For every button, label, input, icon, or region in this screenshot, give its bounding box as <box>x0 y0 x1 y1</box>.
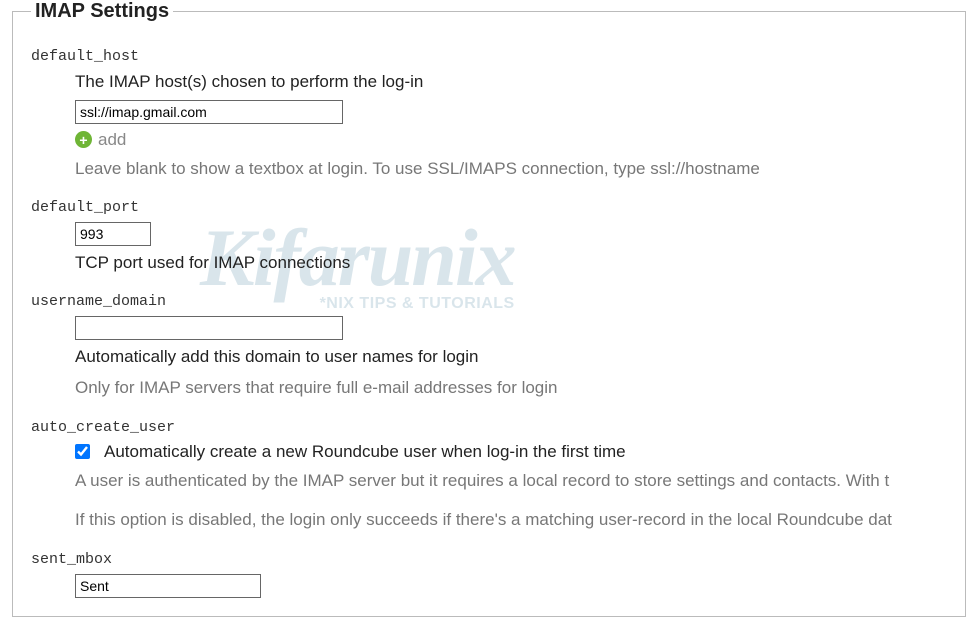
default-host-description: The IMAP host(s) chosen to perform the l… <box>75 71 947 94</box>
sent-mbox-input[interactable] <box>75 574 261 598</box>
setting-key-auto-create-user: auto_create_user <box>31 419 947 436</box>
default-host-input[interactable] <box>75 100 343 124</box>
plus-circle-icon: + <box>75 131 92 148</box>
add-host-button[interactable]: + add <box>75 130 947 150</box>
auto-create-user-hint1: A user is authenticated by the IMAP serv… <box>75 468 947 494</box>
setting-default-host: default_host The IMAP host(s) chosen to … <box>31 48 947 181</box>
setting-username-domain: username_domain Automatically add this d… <box>31 293 947 400</box>
default-port-input[interactable] <box>75 222 151 246</box>
username-domain-description: Automatically add this domain to user na… <box>75 346 947 369</box>
setting-key-username-domain: username_domain <box>31 293 947 310</box>
setting-sent-mbox: sent_mbox <box>31 551 947 598</box>
add-host-label: add <box>98 130 126 150</box>
setting-default-port: default_port TCP port used for IMAP conn… <box>31 199 947 275</box>
setting-auto-create-user: auto_create_user Automatically create a … <box>31 419 947 533</box>
auto-create-user-label: Automatically create a new Roundcube use… <box>104 442 626 462</box>
setting-key-default-port: default_port <box>31 199 947 216</box>
username-domain-input[interactable] <box>75 316 343 340</box>
fieldset-legend: IMAP Settings <box>31 0 173 23</box>
imap-settings-fieldset: IMAP Settings default_host The IMAP host… <box>12 0 966 617</box>
default-port-description: TCP port used for IMAP connections <box>75 252 947 275</box>
auto-create-user-checkbox[interactable] <box>75 444 90 459</box>
setting-key-default-host: default_host <box>31 48 947 65</box>
default-host-hint: Leave blank to show a textbox at login. … <box>75 156 947 182</box>
auto-create-user-hint2: If this option is disabled, the login on… <box>75 507 947 533</box>
username-domain-hint: Only for IMAP servers that require full … <box>75 375 947 401</box>
setting-key-sent-mbox: sent_mbox <box>31 551 947 568</box>
